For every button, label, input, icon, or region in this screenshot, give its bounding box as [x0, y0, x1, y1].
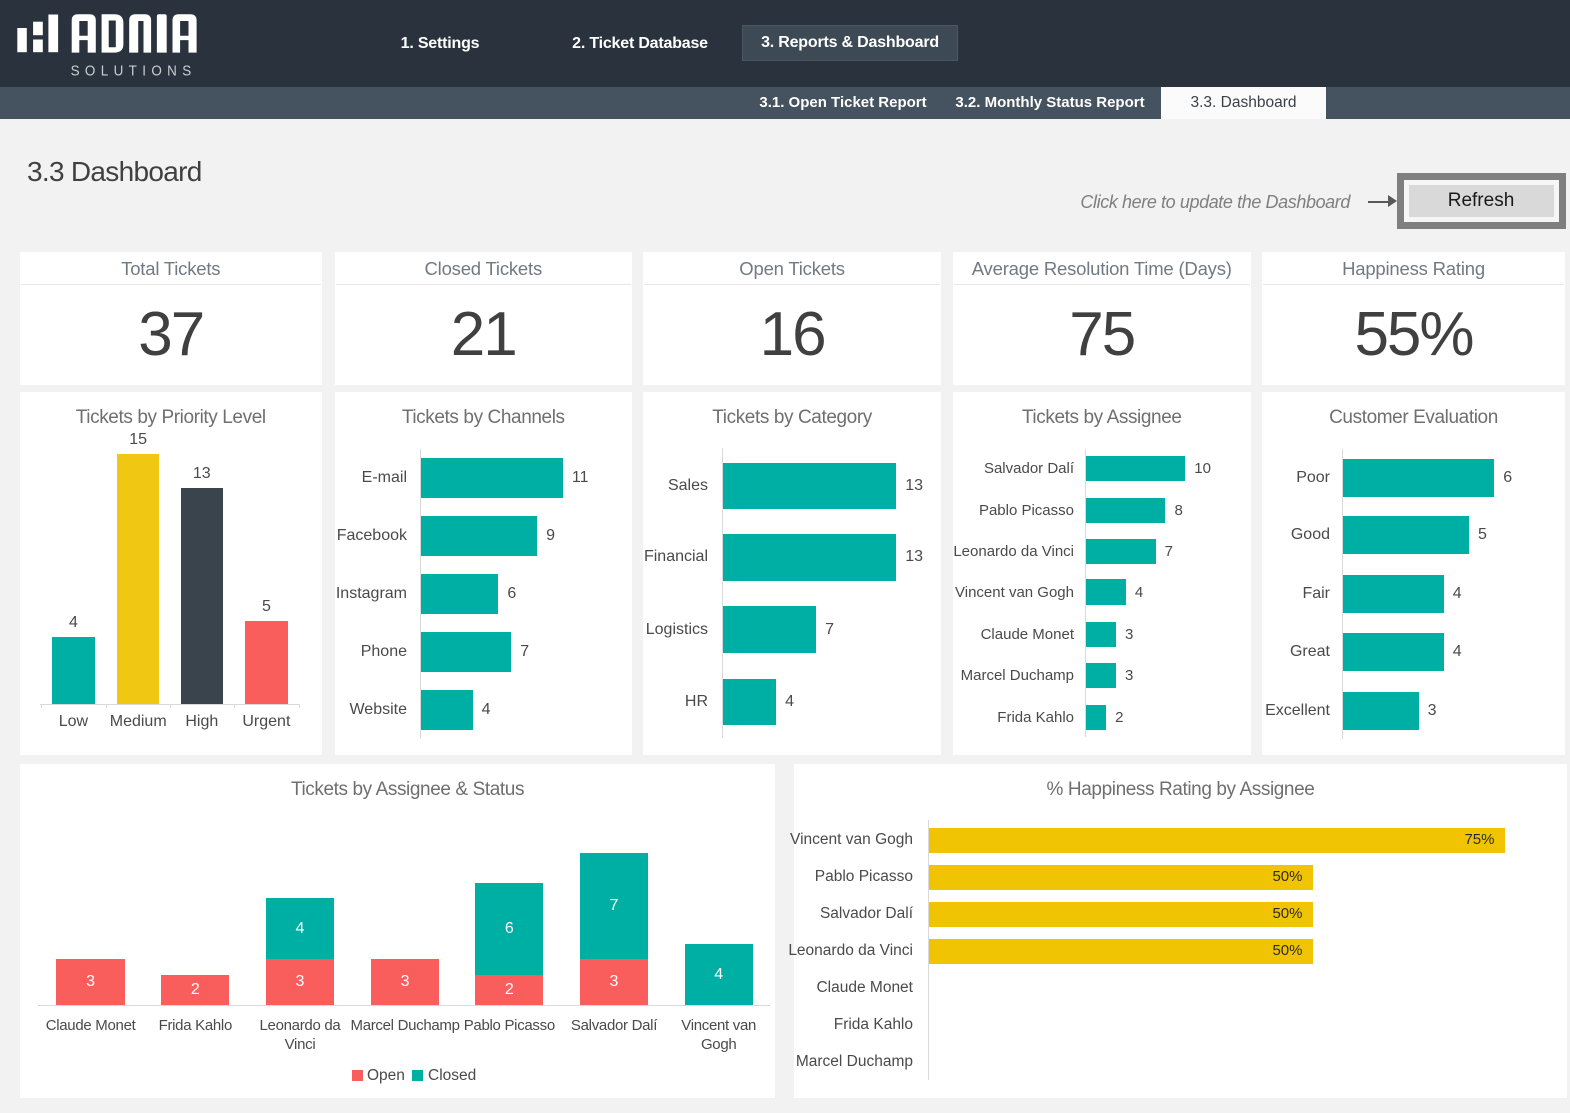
svg-text:SOLUTIONS: SOLUTIONS [71, 62, 197, 79]
